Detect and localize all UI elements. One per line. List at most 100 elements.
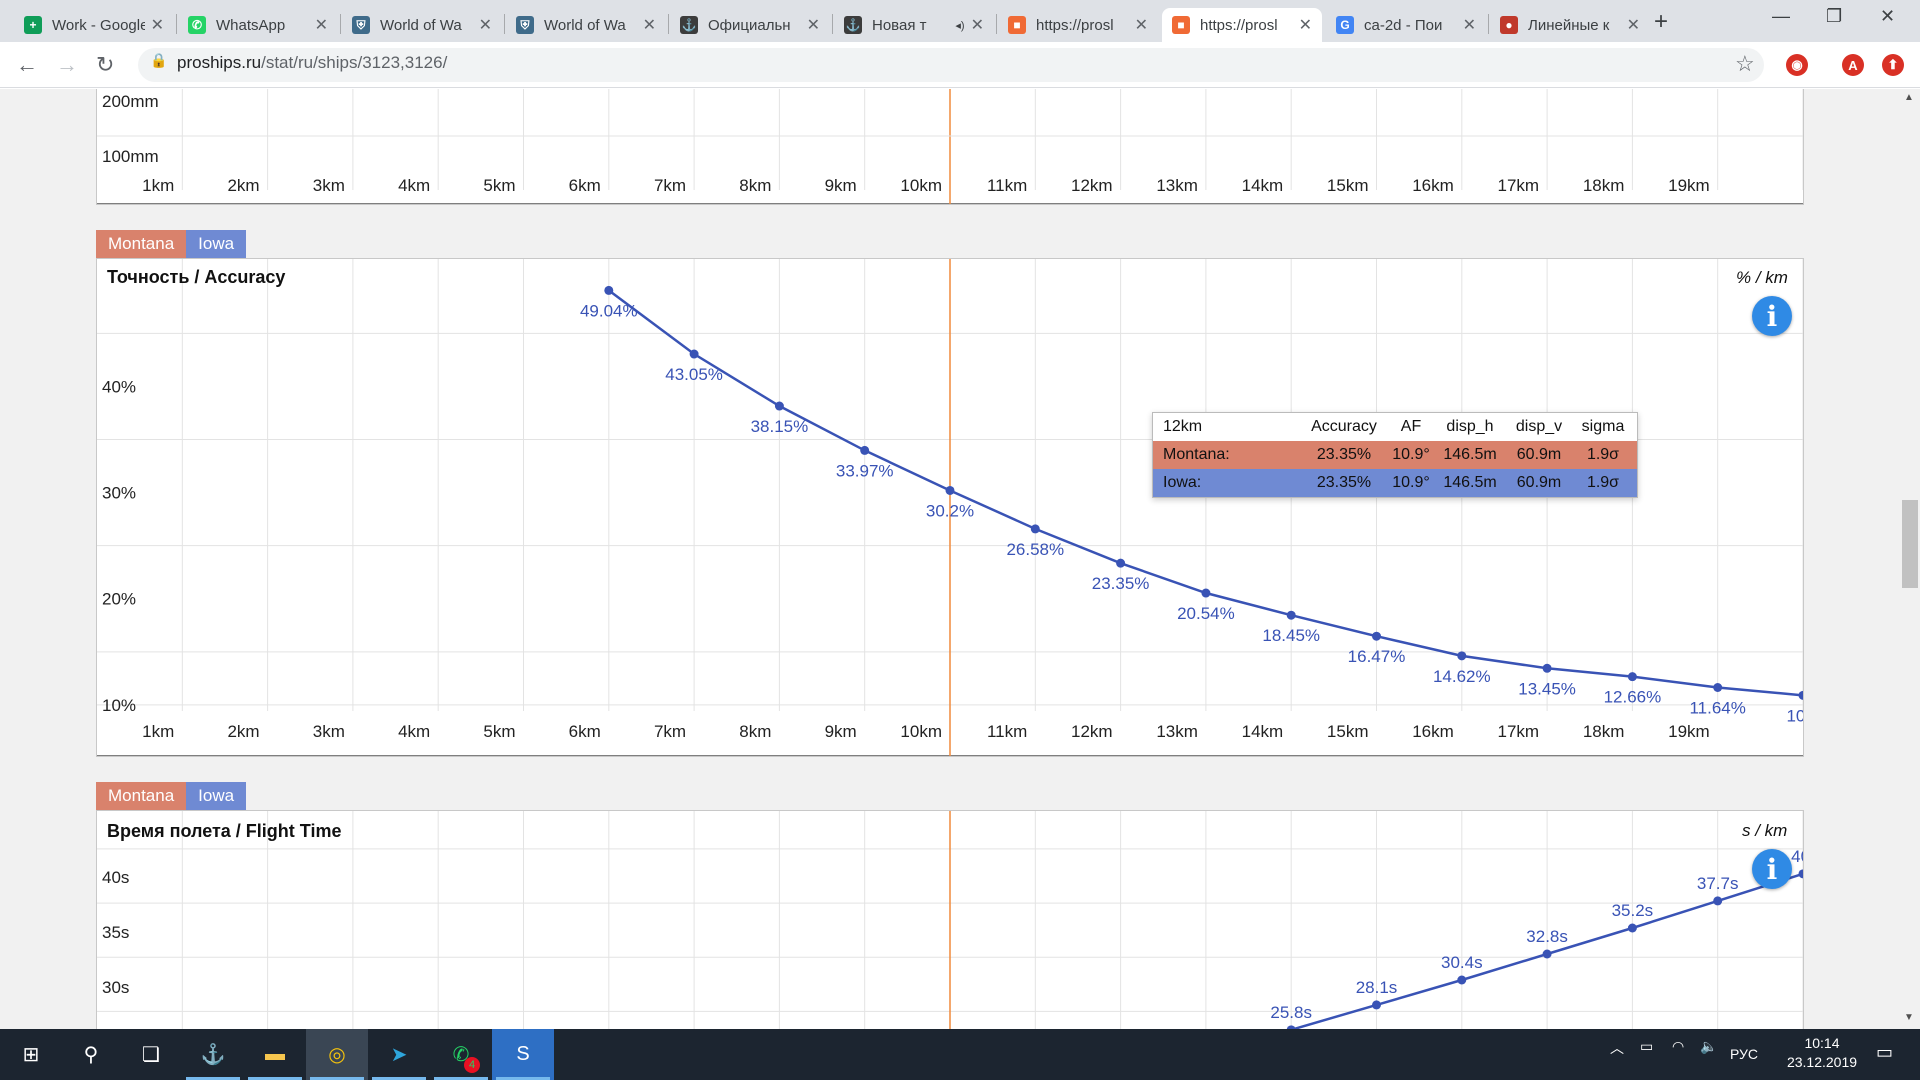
lock-icon[interactable]: 🔒 [150,52,167,69]
x-tick-label: 11km [987,176,1027,195]
browser-tab[interactable]: Gca-2d - Пои ✕ [1326,8,1486,42]
accuracy-info-icon[interactable]: i [1752,296,1792,336]
browser-tab[interactable]: ⛨ World of Wa ✕ [506,8,666,42]
reload-icon[interactable]: ↻ [96,52,114,78]
notifications-icon[interactable]: ▭ [1876,1042,1893,1063]
data-label: 25.8s [1270,1003,1312,1022]
data-label: 30.2% [926,501,974,520]
data-label: 30.4s [1441,953,1483,972]
data-point [1798,690,1803,700]
tab-separator [340,14,341,34]
start-windows-icon[interactable]: ⊞ [0,1029,62,1080]
x-tick-label: 6km [569,722,601,741]
legend-iowa[interactable]: Iowa [186,782,247,810]
tab-favicon-icon: ● [1500,16,1518,34]
browser-tab[interactable]: ■ https://prosl ✕ [1162,8,1322,42]
tooltip-header-distance: 12km [1163,418,1203,435]
tooltip-disp-v: 60.9m [1516,474,1562,491]
x-tick-label: 17km [1498,722,1540,741]
language-indicator[interactable]: РУС [1730,1046,1758,1062]
tab-close-icon[interactable]: ✕ [1135,15,1148,35]
wows-launcher-icon[interactable]: ⚓ [182,1029,244,1080]
data-point [1286,610,1296,620]
browser-tab[interactable]: ⚓ Официальн ✕ [670,8,830,42]
data-label: 43.05% [665,365,723,384]
legend-montana[interactable]: Montana [96,782,187,810]
data-point [1542,663,1552,673]
speaker-icon[interactable]: ◂) [955,19,964,32]
maximize-icon[interactable]: ❐ [1826,6,1842,27]
penetration-chart: 200mm 100mm 1km 2km 3km 4km 5km 6km 7km 8km 9km 10k… [96,89,1804,205]
volume-icon[interactable]: 🔈 [1700,1038,1717,1055]
telegram-icon[interactable]: ➤ [368,1029,430,1080]
tooltip-row-iowa: Iowa: 23.35% 10.9° 146.5m 60.9m 1.9σ [1153,469,1637,497]
data-label: 35.2s [1612,901,1654,920]
wifi-icon[interactable]: ◠ [1672,1038,1684,1055]
tab-close-icon[interactable]: ✕ [1463,15,1476,35]
browser-tab[interactable]: ⚓ Новая т ◂) ✕ [834,8,994,42]
clock-date: 23.12.2019 [1786,1054,1858,1070]
tray-chevron-icon[interactable]: ︿ [1610,1038,1624,1058]
system-clock[interactable]: 10:14 23.12.2019 [1780,1034,1864,1072]
x-tick-label: 14km [1242,722,1284,741]
scroll-down-arrow-icon[interactable]: ▼ [1904,1012,1914,1023]
whatsapp-icon[interactable]: ✆ 4 [430,1029,492,1080]
tab-favicon-icon: G [1336,16,1354,34]
scroll-up-arrow-icon[interactable]: ▲ [1904,92,1914,103]
data-point [689,349,699,359]
scrollbar-thumb[interactable] [1902,500,1918,588]
data-label: 10.9 [1786,706,1803,725]
tab-title: Work - Google [52,16,145,34]
flight-time-info-icon[interactable]: i [1752,849,1792,889]
chrome-icon[interactable]: ◎ [306,1029,368,1080]
x-tick-label: 7km [654,722,686,741]
battery-icon[interactable]: ▭ [1640,1038,1653,1055]
close-window-icon[interactable]: ✕ [1880,6,1895,27]
browser-tab[interactable]: ⛨ World of Wa ✕ [342,8,502,42]
tab-close-icon[interactable]: ✕ [807,15,820,35]
accuracy-tooltip: 12km Accuracy AF disp_h disp_v sigma Mon… [1152,412,1638,498]
tab-close-icon[interactable]: ✕ [1627,15,1640,35]
data-label: 49.04% [580,301,638,320]
file-explorer-icon[interactable]: ▬ [244,1029,306,1080]
url-text[interactable]: proships.ru/stat/ru/ships/3123,3126/ [177,53,447,73]
tab-title: World of Wa [544,16,626,34]
browser-tab[interactable]: ■ https://prosl ✕ [998,8,1158,42]
search-icon[interactable]: ⚲ [60,1029,122,1080]
profile-avatar[interactable]: A [1842,54,1864,76]
tab-close-icon[interactable]: ✕ [151,15,164,35]
data-point [1798,869,1803,879]
tooltip-sigma: 1.9σ [1586,446,1620,463]
tab-favicon-icon: ⛨ [516,16,534,34]
forward-icon[interactable]: → [56,52,78,78]
x-tick-label: 16km [1412,722,1454,741]
browser-tab[interactable]: ✆ WhatsApp ✕ [178,8,338,42]
new-tab-button[interactable]: + [1654,8,1668,36]
tab-favicon-icon: ⛨ [352,16,370,34]
y-tick-label: 100mm [102,147,159,166]
tooltip-header-disp-h: disp_h [1446,418,1494,435]
tab-close-icon[interactable]: ✕ [315,15,328,35]
tab-close-icon[interactable]: ✕ [643,15,656,35]
browser-tab[interactable]: ● Линейные к ✕ [1490,8,1650,42]
y-tick-label: 40% [102,377,136,396]
extension-icon[interactable]: ◉ [1786,54,1808,76]
tooltip-header-accuracy: Accuracy [1311,418,1377,435]
y-tick-label: 10% [102,696,136,715]
skype-icon[interactable]: S [492,1029,554,1080]
data-point [1372,631,1381,641]
minimize-icon[interactable]: — [1772,6,1790,27]
bookmark-star-icon[interactable]: ☆ [1735,51,1755,77]
back-icon[interactable]: ← [16,52,38,78]
tab-close-icon[interactable]: ✕ [479,15,492,35]
data-point [1627,923,1637,933]
tab-close-icon[interactable]: ✕ [971,15,984,35]
legend-iowa[interactable]: Iowa [186,230,247,258]
url-host: proships.ru [177,53,262,72]
x-tick-label: 9km [825,722,857,741]
update-icon[interactable]: ⬆ [1882,54,1904,76]
browser-tab[interactable]: + Work - Google ✕ [14,8,174,42]
legend-montana[interactable]: Montana [96,230,187,258]
tab-close-icon[interactable]: ✕ [1299,15,1312,35]
task-view-icon[interactable]: ❏ [120,1029,182,1080]
